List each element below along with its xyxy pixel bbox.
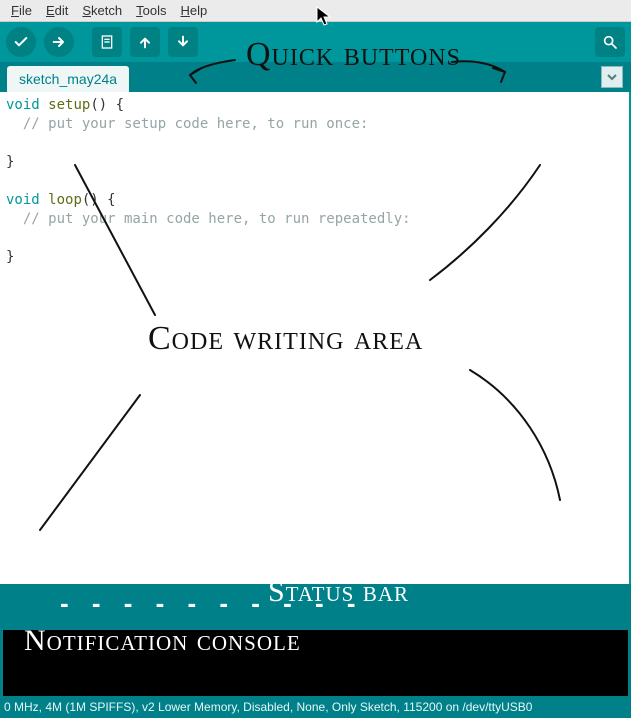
menu-tools[interactable]: Tools [129,2,173,19]
save-sketch-button[interactable] [168,27,198,57]
verify-button[interactable] [6,27,36,57]
footer-board-info: 0 MHz, 4M (1M SPIFFS), v2 Lower Memory, … [0,696,631,718]
check-icon [13,34,29,50]
arrow-down-icon [175,34,191,50]
tab-sketch[interactable]: sketch_may24a [6,65,130,92]
chevron-down-icon [607,72,617,82]
tab-dropdown-button[interactable] [601,66,623,88]
menu-sketch[interactable]: Sketch [75,2,129,19]
arrow-right-icon [51,34,67,50]
file-icon [99,34,115,50]
new-sketch-button[interactable] [92,27,122,57]
tab-strip: sketch_may24a [0,62,631,92]
menu-help[interactable]: Help [173,2,214,19]
status-bar [0,584,631,630]
upload-button[interactable] [44,27,74,57]
code-editor[interactable]: void setup() { // put your setup code he… [0,92,631,584]
toolbar [0,22,631,62]
menu-file[interactable]: File [4,2,39,19]
serial-monitor-button[interactable] [595,27,625,57]
notification-console[interactable] [0,630,631,696]
open-sketch-button[interactable] [130,27,160,57]
arrow-up-icon [137,34,153,50]
menu-bar: File Edit Sketch Tools Help [0,0,631,22]
magnify-icon [602,34,618,50]
menu-edit[interactable]: Edit [39,2,75,19]
